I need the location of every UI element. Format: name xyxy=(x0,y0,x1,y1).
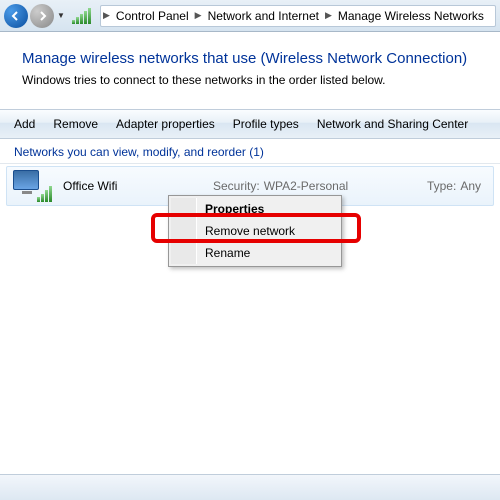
page-title: Manage wireless networks that use (Wirel… xyxy=(22,50,478,67)
context-item-properties[interactable]: Properties xyxy=(171,198,339,220)
profile-types-button[interactable]: Profile types xyxy=(233,117,299,131)
security-label: Security: xyxy=(213,179,260,193)
security-value: WPA2-Personal xyxy=(264,179,348,193)
context-item-rename[interactable]: Rename xyxy=(171,242,339,264)
network-name: Office Wifi xyxy=(63,179,213,193)
remove-button[interactable]: Remove xyxy=(53,117,98,131)
chevron-right-icon[interactable]: ▶ xyxy=(101,10,112,21)
group-header: Networks you can view, modify, and reord… xyxy=(0,139,500,164)
wireless-network-icon xyxy=(13,170,57,202)
adapter-properties-button[interactable]: Adapter properties xyxy=(116,117,215,131)
command-bar: Add Remove Adapter properties Profile ty… xyxy=(0,109,500,139)
chevron-right-icon[interactable]: ▶ xyxy=(323,10,334,21)
breadcrumb[interactable]: ▶ Control Panel ▶ Network and Internet ▶… xyxy=(100,5,496,27)
history-dropdown-icon[interactable]: ▼ xyxy=(56,6,66,26)
context-menu: Properties Remove network Rename xyxy=(168,195,342,267)
breadcrumb-network-internet[interactable]: Network and Internet xyxy=(204,9,323,23)
forward-button[interactable] xyxy=(30,4,54,28)
type-label: Type: xyxy=(427,179,456,193)
breadcrumb-manage-wireless[interactable]: Manage Wireless Networks xyxy=(334,9,488,23)
breadcrumb-control-panel[interactable]: Control Panel xyxy=(112,9,193,23)
title-bar: ▼ ▶ Control Panel ▶ Network and Internet… xyxy=(0,0,500,32)
type-value: Any xyxy=(460,179,481,193)
context-item-remove-network[interactable]: Remove network xyxy=(171,220,339,242)
add-button[interactable]: Add xyxy=(14,117,35,131)
wireless-signal-icon xyxy=(72,8,92,24)
network-sharing-center-button[interactable]: Network and Sharing Center xyxy=(317,117,468,131)
chevron-right-icon[interactable]: ▶ xyxy=(193,10,204,21)
page-description: Windows tries to connect to these networ… xyxy=(22,73,478,87)
content-area: Manage wireless networks that use (Wirel… xyxy=(0,32,500,87)
details-pane xyxy=(0,474,500,500)
back-button[interactable] xyxy=(4,4,28,28)
